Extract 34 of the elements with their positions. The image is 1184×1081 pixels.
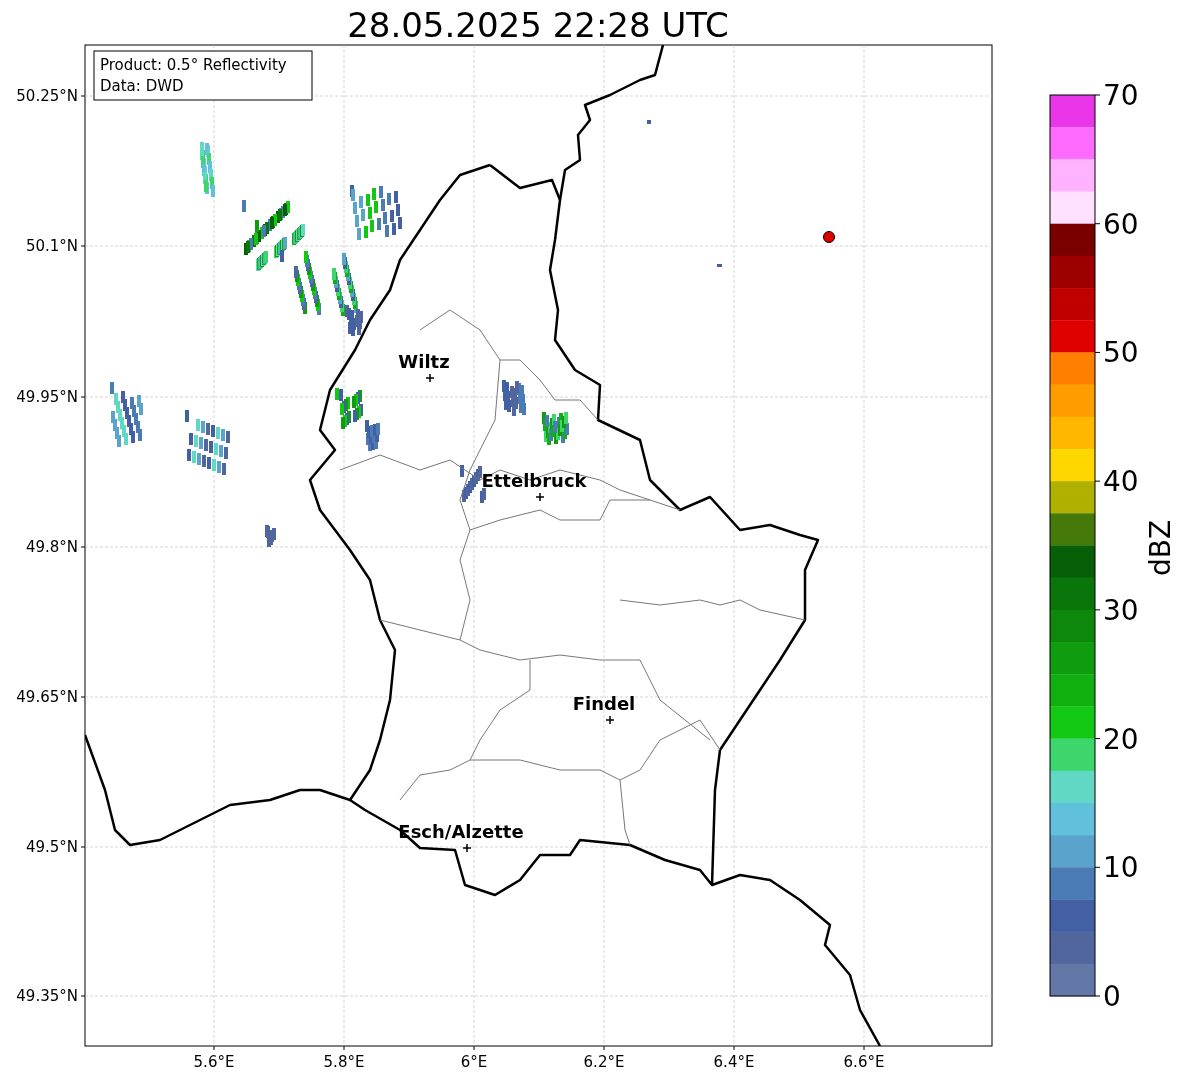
axis-tick-label: 6.4°E <box>713 1053 755 1071</box>
axis-tick-label: 49.8°N <box>25 538 78 556</box>
info-line: Data: DWD <box>100 77 184 95</box>
axis-tick-label: 6°E <box>460 1053 488 1071</box>
city-marker-icon <box>425 373 435 383</box>
colorbar-tick-label: 30 <box>1103 593 1139 627</box>
colorbar-tick-label: 40 <box>1103 465 1139 499</box>
axis-tick-label: 5.6°E <box>193 1053 235 1071</box>
city-label: Wiltz <box>398 351 450 372</box>
info-line: Product: 0.5° Reflectivity <box>100 56 287 74</box>
axis-tick-label: 50.25°N <box>16 87 78 105</box>
city-marker-icon <box>605 715 615 725</box>
colorbar-tick-label: 0 <box>1103 980 1121 1013</box>
colorbar-tick-label: 10 <box>1103 851 1139 885</box>
city-marker-icon <box>535 492 545 502</box>
colorbar-label: dBZ <box>1144 519 1177 577</box>
axis-tick-label: 49.65°N <box>16 688 78 706</box>
location-marker-icon <box>823 231 835 243</box>
axis-tick-label: 5.8°E <box>323 1053 365 1071</box>
colorbar-tick-label: 60 <box>1103 207 1139 241</box>
city-label: Findel <box>572 693 636 714</box>
colorbar-tick-label: 50 <box>1103 336 1139 370</box>
axis-tick-label: 6.6°E <box>843 1053 885 1071</box>
colorbar-tick-label: 70 <box>1103 79 1139 112</box>
city-marker-icon <box>462 843 472 853</box>
colorbar-tick-label: 20 <box>1103 722 1139 756</box>
city-label: Ettelbruck <box>481 470 587 491</box>
axis-tick-label: 50.1°N <box>25 237 78 255</box>
figure-title: 28.05.2025 22:28 UTC <box>347 5 729 45</box>
axis-tick-label: 49.95°N <box>16 388 78 406</box>
axis-tick-label: 49.35°N <box>16 987 78 1005</box>
city-label: Esch/Alzette <box>398 821 524 842</box>
axis-tick-label: 6.2°E <box>583 1053 625 1071</box>
axis-tick-label: 49.5°N <box>25 838 78 856</box>
